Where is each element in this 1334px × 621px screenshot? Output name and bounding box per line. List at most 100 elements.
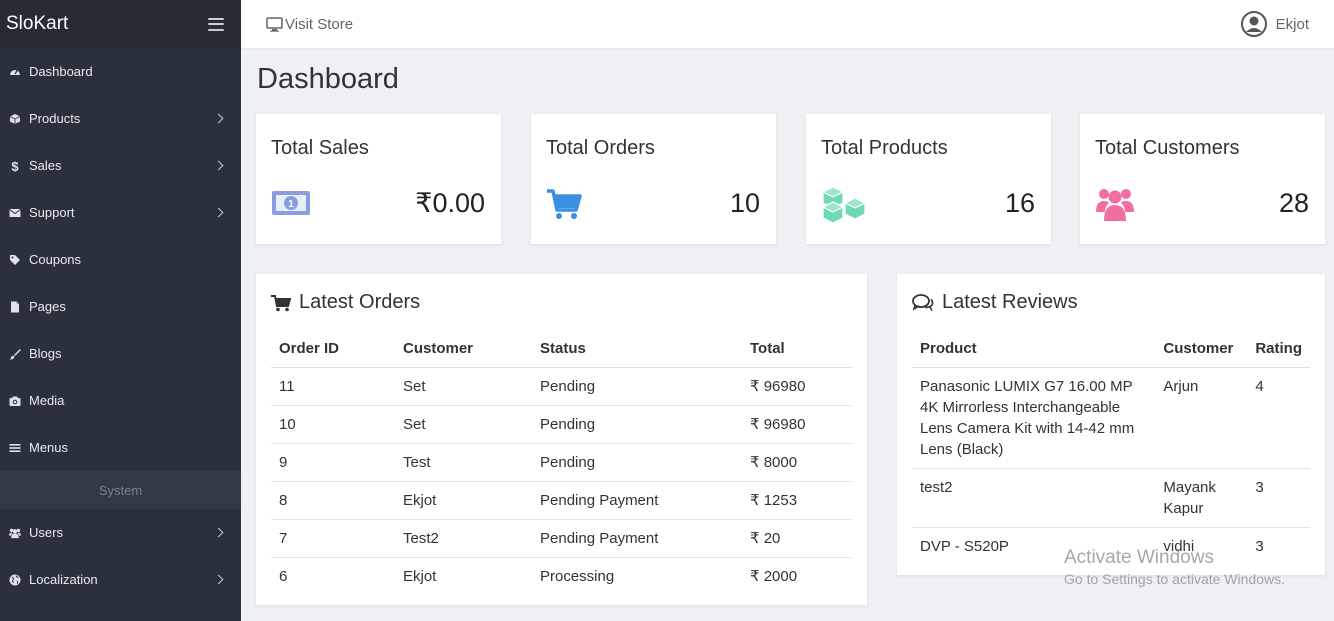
sidebar-item-blogs[interactable]: Blogs — [0, 330, 241, 377]
sidebar-item-sales[interactable]: $ Sales — [0, 142, 241, 189]
stat-card-total-customers: Total Customers 28 — [1080, 114, 1325, 244]
cell-customer: Set — [395, 366, 532, 405]
file-icon — [9, 301, 21, 313]
cell-rating: 3 — [1247, 467, 1310, 527]
cell-total: ₹ 2000 — [742, 556, 852, 595]
cell-total: ₹ 20 — [742, 518, 852, 557]
table-row[interactable]: Panasonic LUMIX G7 16.00 MP 4K Mirrorles… — [912, 366, 1310, 468]
cell-order-id: 9 — [271, 442, 395, 481]
cell-customer: Test — [395, 442, 532, 481]
sidebar-item-label: Coupons — [29, 252, 82, 267]
sidebar-item-label: Media — [29, 393, 65, 408]
users-icon — [1096, 189, 1134, 221]
latest-reviews-title: Latest Reviews — [912, 291, 1078, 314]
chevron-right-icon — [213, 160, 224, 171]
cell-order-id: 11 — [271, 366, 395, 405]
svg-text:$: $ — [11, 160, 19, 172]
chevron-right-icon — [213, 207, 224, 218]
cell-customer: Ekjot — [395, 556, 532, 595]
cell-order-id: 10 — [271, 404, 395, 443]
cell-product: Panasonic LUMIX G7 16.00 MP 4K Mirrorles… — [912, 366, 1156, 468]
camera-icon — [9, 395, 21, 407]
user-name: Ekjot — [1275, 15, 1309, 33]
latest-reviews-panel: Latest Reviews Product Customer Rating Pan… — [897, 274, 1325, 575]
cell-customer: vidhi — [1155, 526, 1248, 565]
latest-orders-title: Latest Orders — [271, 291, 420, 314]
hamburger-menu-icon[interactable] — [208, 17, 224, 31]
table-row[interactable]: 9 Test Pending ₹ 8000 — [271, 442, 852, 481]
sidebar-item-media[interactable]: Media — [0, 377, 241, 424]
sidebar-item-coupons[interactable]: Coupons — [0, 236, 241, 283]
cell-status: Pending — [532, 442, 742, 481]
stat-value: 28 — [1278, 188, 1309, 218]
table-row[interactable]: 10 Set Pending ₹ 96980 — [271, 404, 852, 443]
table-row[interactable]: 7 Test2 Pending Payment ₹ 20 — [271, 518, 852, 557]
sidebar-section-system: System — [0, 471, 241, 509]
user-menu[interactable]: Ekjot — [1240, 11, 1309, 37]
sidebar-item-label: Menus — [29, 440, 69, 455]
stat-card-total-products: Total Products 16 — [806, 114, 1051, 244]
cubes-icon — [821, 186, 867, 224]
cell-customer: Set — [395, 404, 532, 443]
sidebar-item-label: Localization — [29, 572, 98, 587]
dollar-icon: $ — [9, 160, 21, 172]
brand-name[interactable]: SloKart — [6, 13, 68, 35]
sidebar-item-users[interactable]: Users — [0, 509, 241, 556]
stat-title: Total Customers — [1095, 137, 1240, 159]
column-header-customer[interactable]: Customer — [1155, 330, 1248, 368]
stat-value: 16 — [1004, 188, 1035, 218]
sidebar-item-label: Users — [29, 525, 63, 540]
column-header-total[interactable]: Total — [742, 330, 852, 368]
cell-product: test2 — [912, 467, 1156, 527]
cell-customer: Ekjot — [395, 480, 532, 519]
latest-orders-table: Order ID Customer Status Total 11 Set Pending… — [271, 330, 852, 595]
panel-title-label: Latest Orders — [299, 291, 421, 313]
table-row[interactable]: test2 Mayank Kapur 3 — [912, 467, 1310, 527]
stat-title: Total Products — [821, 137, 948, 159]
cell-status: Pending Payment — [532, 518, 742, 557]
column-header-rating[interactable]: Rating — [1247, 330, 1310, 368]
cell-total: ₹ 1253 — [742, 480, 852, 519]
cell-order-id: 7 — [271, 518, 395, 557]
bars-icon — [9, 442, 21, 454]
sidebar-item-dashboard[interactable]: Dashboard — [0, 48, 241, 95]
svg-text:1: 1 — [288, 199, 294, 210]
sidebar-item-support[interactable]: Support — [0, 189, 241, 236]
table-row[interactable]: DVP - S520P vidhi 3 — [912, 526, 1310, 565]
cell-status: Pending — [532, 404, 742, 443]
sidebar-item-pages[interactable]: Pages — [0, 283, 241, 330]
tags-icon — [9, 254, 21, 266]
users-icon — [9, 527, 21, 539]
cell-rating: 4 — [1247, 366, 1310, 468]
stat-value: ₹0.00 — [415, 188, 485, 218]
table-row[interactable]: 11 Set Pending ₹ 96980 — [271, 366, 852, 405]
chevron-right-icon — [213, 574, 224, 585]
stat-card-total-sales: Total Sales 1 ₹0.00 — [256, 114, 501, 244]
column-header-status[interactable]: Status — [532, 330, 742, 368]
column-header-customer[interactable]: Customer — [395, 330, 532, 368]
cell-total: ₹ 8000 — [742, 442, 852, 481]
table-row[interactable]: 6 Ekjot Processing ₹ 2000 — [271, 556, 852, 595]
cell-product: DVP - S520P — [912, 526, 1156, 565]
visit-store-link[interactable]: Visit Store — [266, 16, 353, 33]
stat-title: Total Sales — [271, 137, 369, 159]
sidebar-item-localization[interactable]: Localization — [0, 556, 241, 603]
sidebar-item-label: Dashboard — [29, 64, 93, 79]
cell-order-id: 6 — [271, 556, 395, 595]
cell-status: Pending Payment — [532, 480, 742, 519]
stat-value: 10 — [729, 188, 760, 218]
latest-orders-panel: Latest Orders Order ID Customer Status Tota… — [256, 274, 867, 605]
sidebar-item-products[interactable]: Products — [0, 95, 241, 142]
sidebar-item-menus[interactable]: Menus — [0, 424, 241, 471]
latest-reviews-table: Product Customer Rating Panasonic LUMIX G7… — [912, 330, 1310, 565]
topbar: Visit Store Ekjot — [241, 0, 1334, 48]
table-row[interactable]: 8 Ekjot Pending Payment ₹ 1253 — [271, 480, 852, 519]
brush-icon — [9, 348, 21, 360]
sidebar: SloKart Dashboard Products $ Sales Support Co… — [0, 0, 241, 621]
column-header-product[interactable]: Product — [912, 330, 1156, 368]
chevron-right-icon — [213, 527, 224, 538]
envelope-icon — [9, 207, 21, 219]
column-header-order-id[interactable]: Order ID — [271, 330, 395, 368]
cell-total: ₹ 96980 — [742, 404, 852, 443]
panel-title-label: Latest Reviews — [942, 291, 1078, 313]
